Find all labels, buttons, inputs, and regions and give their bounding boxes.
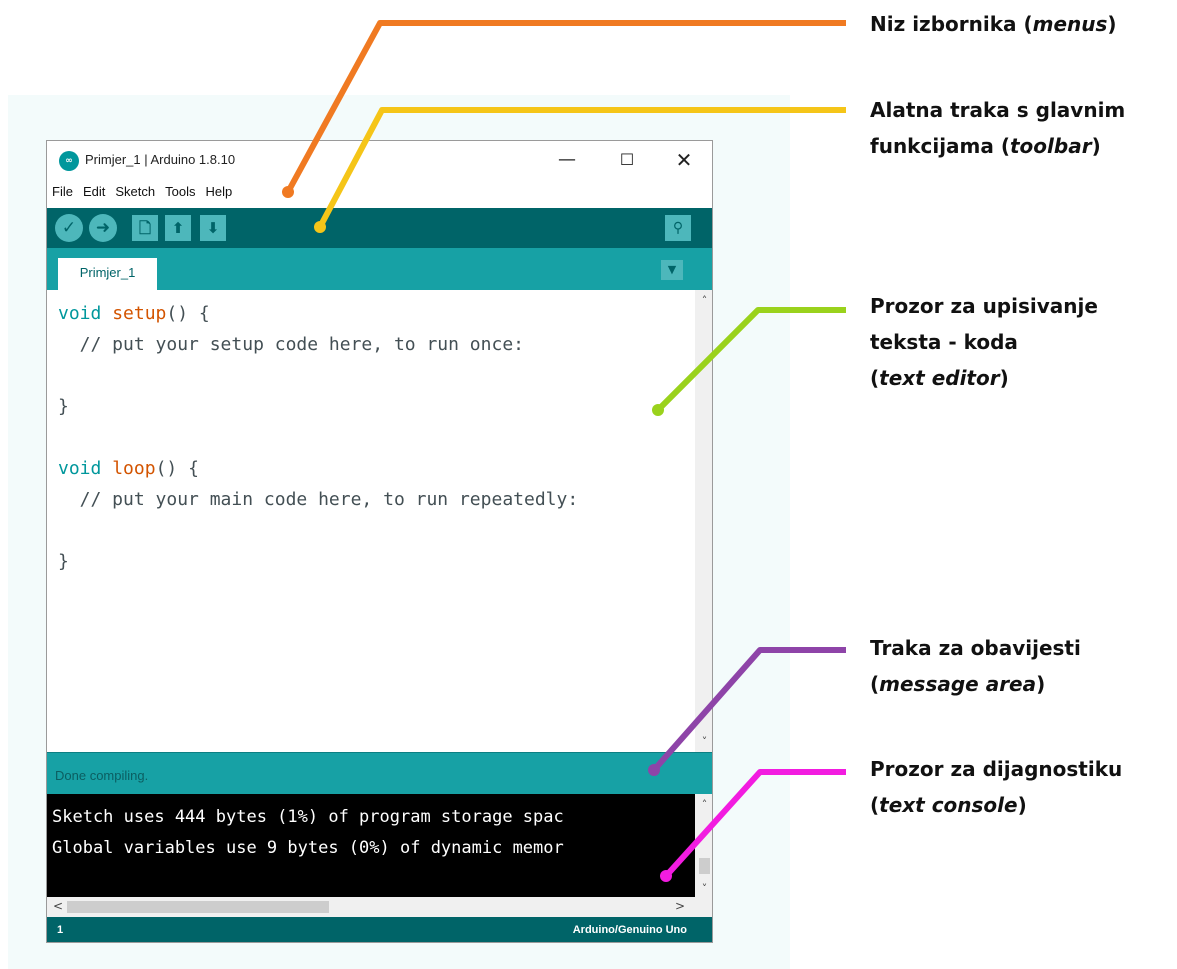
scroll-up-icon[interactable]: ˄ (695, 294, 712, 307)
menu-help[interactable]: Help (200, 181, 237, 199)
annotation-text: ) (1091, 134, 1101, 158)
verify-button[interactable]: ✓ (55, 214, 83, 242)
annotation-text: ) (1017, 793, 1027, 817)
title-bar[interactable]: ∞ Primjer_1 | Arduino 1.8.10 — ☐ ✕ (47, 141, 712, 179)
line-number: 1 (57, 924, 64, 936)
editor-vertical-scrollbar[interactable]: ˄ ˅ (695, 290, 712, 752)
annotation-text: Traka za obavijesti (870, 636, 1081, 660)
annotation-term: text editor (879, 366, 1000, 390)
annotation-text-console: Prozor za dijagnostiku (text console) (870, 751, 1122, 823)
triangle-down-icon: ▼ (667, 263, 677, 276)
annotation-text: teksta - koda (870, 330, 1018, 354)
annotation-text: ) (1036, 672, 1046, 696)
checkmark-icon: ✓ (61, 218, 77, 238)
code-function: loop (112, 458, 156, 479)
code-line: void loop() { (58, 453, 695, 484)
status-bar: 1 Arduino/Genuino Uno (47, 917, 712, 942)
annotation-text: ( (870, 672, 880, 696)
maximize-button[interactable]: ☐ (602, 143, 652, 177)
board-name: Arduino/Genuino Uno (572, 924, 687, 936)
menu-edit[interactable]: Edit (78, 181, 110, 199)
minimize-button[interactable]: — (542, 143, 592, 177)
console-line: Sketch uses 444 bytes (1%) of program st… (52, 807, 564, 827)
code-line: } (58, 396, 69, 417)
new-file-icon: 🗋 (138, 219, 152, 237)
code-line: // put your main code here, to run repea… (58, 489, 579, 510)
scroll-down-icon[interactable]: ˅ (695, 882, 712, 895)
menu-bar: File Edit Sketch Tools Help (47, 181, 712, 205)
tab-primjer-1[interactable]: Primjer_1 (58, 258, 157, 290)
scrollbar-thumb[interactable] (67, 901, 329, 913)
arrow-up-icon: ⬆ (171, 219, 185, 237)
scroll-left-icon[interactable]: < (53, 899, 63, 913)
code-text: () { (155, 458, 199, 479)
annotation-text: ( (870, 366, 880, 390)
annotation-text: funkcijama ( (870, 134, 1010, 158)
annotation-term: toolbar (1009, 134, 1092, 158)
arduino-logo-icon: ∞ (59, 151, 79, 171)
arduino-ide-window: ∞ Primjer_1 | Arduino 1.8.10 — ☐ ✕ File E… (46, 140, 713, 943)
text-editor[interactable]: void setup() { // put your setup code he… (47, 290, 695, 752)
annotation-text: Niz izbornika ( (870, 12, 1033, 36)
annotation-toolbar: Alatna traka s glavnim funkcijama (toolb… (870, 92, 1125, 164)
menu-tools[interactable]: Tools (160, 181, 200, 199)
menu-file[interactable]: File (47, 181, 78, 199)
magnifier-icon: ⚲ (672, 220, 684, 236)
annotation-text-editor: Prozor za upisivanje teksta - koda (text… (870, 288, 1098, 396)
toolbar: ✓ ➜ 🗋 ⬆ ⬇ ⚲ (47, 208, 712, 248)
console-line: Global variables use 9 bytes (0%) of dyn… (52, 838, 564, 858)
new-sketch-button[interactable]: 🗋 (132, 215, 158, 241)
annotation-text: Alatna traka s glavnim (870, 98, 1126, 122)
upload-button[interactable]: ➜ (89, 214, 117, 242)
close-button[interactable]: ✕ (659, 143, 709, 177)
tab-bar: Primjer_1 ▼ (47, 248, 712, 290)
console-vertical-scrollbar[interactable]: ˄ ˅ (695, 794, 712, 897)
annotation-text: ( (870, 793, 880, 817)
save-button[interactable]: ⬇ (200, 215, 226, 241)
arrow-right-icon: ➜ (95, 218, 111, 238)
annotation-text: Prozor za upisivanje (870, 294, 1098, 318)
scrollbar-thumb[interactable] (699, 858, 710, 874)
tab-menu-button[interactable]: ▼ (661, 260, 683, 280)
annotation-text: Prozor za dijagnostiku (870, 757, 1123, 781)
menu-sketch[interactable]: Sketch (110, 181, 160, 199)
annotation-term: menus (1032, 12, 1108, 36)
scroll-down-icon[interactable]: ˅ (695, 735, 712, 748)
serial-monitor-button[interactable]: ⚲ (665, 215, 691, 241)
code-line: void setup() { (58, 298, 695, 329)
message-area: Done compiling. (47, 752, 712, 794)
code-line: } (58, 551, 69, 572)
scrollbar-corner (695, 897, 712, 917)
annotation-term: message area (879, 672, 1037, 696)
message-text: Done compiling. (55, 768, 149, 783)
code-keyword: void (58, 303, 102, 324)
annotation-term: text console (879, 793, 1018, 817)
window-title: Primjer_1 | Arduino 1.8.10 (85, 152, 236, 167)
scroll-up-icon[interactable]: ˄ (695, 798, 712, 811)
code-text: () { (166, 303, 210, 324)
text-console[interactable]: Sketch uses 444 bytes (1%) of program st… (47, 794, 695, 897)
code-function: setup (112, 303, 167, 324)
open-button[interactable]: ⬆ (165, 215, 191, 241)
annotation-message-area: Traka za obavijesti (message area) (870, 630, 1081, 702)
console-horizontal-scrollbar[interactable]: < > (47, 897, 695, 917)
arrow-down-icon: ⬇ (206, 219, 220, 237)
code-line: // put your setup code here, to run once… (58, 334, 524, 355)
annotation-menus: Niz izbornika (menus) (870, 6, 1117, 42)
code-keyword: void (58, 458, 102, 479)
annotation-text: ) (1107, 12, 1117, 36)
scroll-right-icon[interactable]: > (675, 899, 685, 913)
annotation-text: ) (999, 366, 1009, 390)
